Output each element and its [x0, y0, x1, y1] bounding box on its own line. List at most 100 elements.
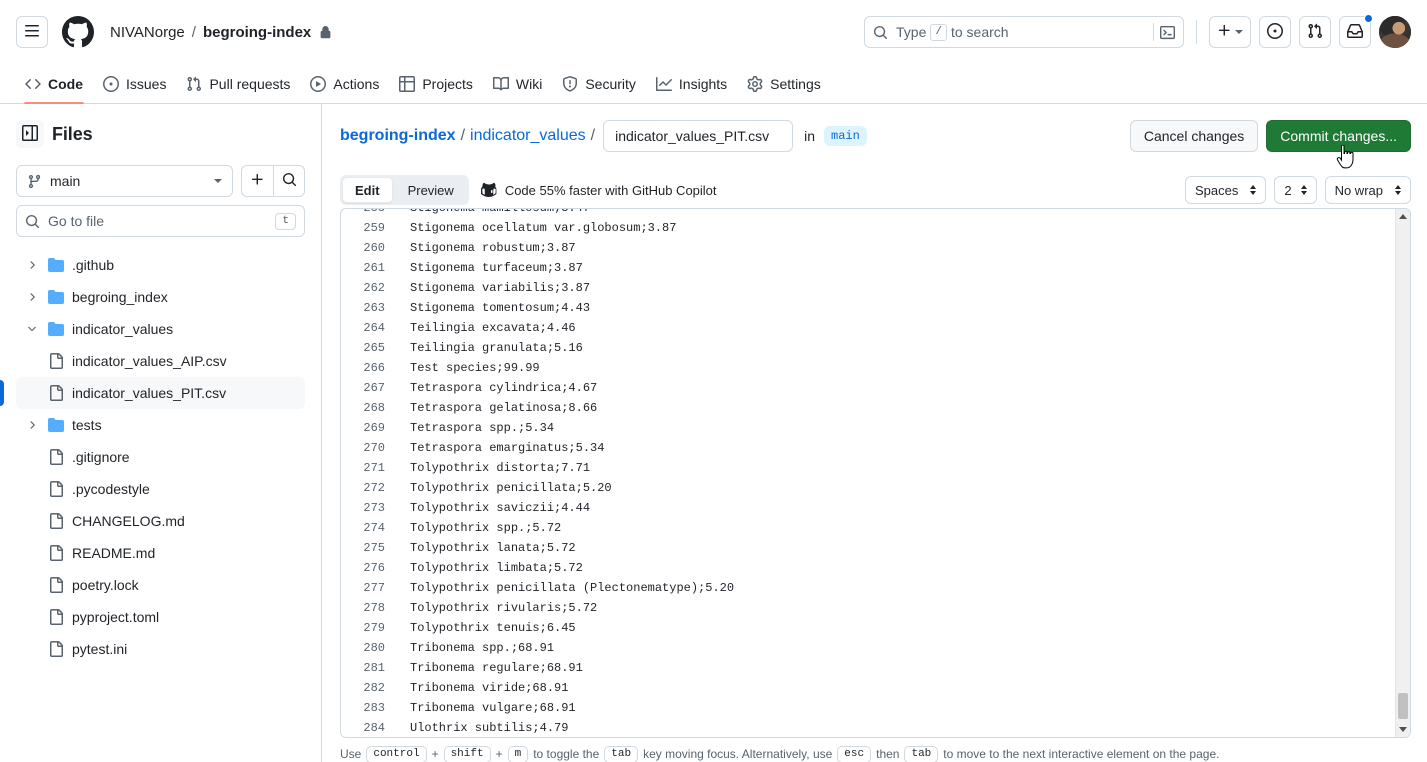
avatar[interactable] — [1379, 16, 1411, 48]
line-content[interactable]: Stigonema variabilis;3.87 — [397, 278, 590, 298]
create-new-button[interactable] — [1209, 16, 1251, 48]
tree-item-indicator-values-pit-csv[interactable]: indicator_values_PIT.csv — [0, 377, 305, 409]
code-editor[interactable]: 258Stigonema mamillosum;3.47 259 Stigonema… — [340, 208, 1411, 738]
tree-item-changelog-md[interactable]: CHANGELOG.md — [16, 505, 305, 537]
line-content[interactable]: Stigonema turfaceum;3.87 — [397, 258, 583, 278]
terminal-icon[interactable] — [1160, 25, 1175, 40]
indent-size-select[interactable]: 2 — [1274, 176, 1317, 204]
line-content[interactable]: Stigonema ocellatum var.globosum;3.87 — [397, 218, 676, 238]
github-logo[interactable] — [62, 16, 94, 48]
copilot-promo[interactable]: Code 55% faster with GitHub Copilot — [480, 182, 717, 198]
line-content[interactable]: Tolypothrix limbata;5.72 — [397, 558, 583, 578]
cancel-changes-button[interactable]: Cancel changes — [1129, 120, 1259, 152]
search-icon — [873, 25, 888, 40]
nav-tab-security[interactable]: Security — [553, 64, 645, 103]
code-scroll-region[interactable]: 258Stigonema mamillosum;3.47 259 Stigonema… — [341, 209, 1395, 737]
line-content[interactable]: Tolypothrix saviczii;4.44 — [397, 498, 590, 518]
search-files-button[interactable] — [273, 165, 305, 197]
tree-item-pytest-ini[interactable]: pytest.ini — [16, 633, 305, 665]
issues-button[interactable] — [1259, 16, 1291, 48]
nav-tab-settings[interactable]: Settings — [738, 64, 830, 103]
line-content[interactable]: Tolypothrix tenuis;6.45 — [397, 618, 576, 638]
tree-item-poetry-lock[interactable]: poetry.lock — [16, 569, 305, 601]
filename-input[interactable] — [603, 120, 794, 152]
tree-item-github-folder[interactable]: .github — [16, 249, 305, 281]
line-content[interactable]: Tetraspora gelatinosa;8.66 — [397, 398, 597, 418]
branch-selector[interactable]: main — [16, 165, 233, 197]
tree-item-indicator-values-aip-csv[interactable]: indicator_values_AIP.csv — [16, 345, 305, 377]
line-content[interactable]: Tribonema regulare;68.91 — [397, 658, 583, 678]
tree-item-tests-folder[interactable]: tests — [16, 409, 305, 441]
sidebar-collapse-button[interactable] — [16, 120, 44, 148]
line-content[interactable]: Stigonema mamillosum;3.47 — [397, 209, 590, 218]
line-content[interactable]: Tolypothrix distorta;7.71 — [397, 458, 590, 478]
go-to-file-input[interactable]: Go to file t — [16, 205, 305, 237]
line-content[interactable]: Tolypothrix lanata;5.72 — [397, 538, 576, 558]
code-line: 278 Tolypothrix rivularis;5.72 — [341, 598, 1395, 618]
line-number: 264 — [363, 321, 385, 335]
line-content[interactable]: Stigonema robustum;3.87 — [397, 238, 576, 258]
line-content[interactable]: Tetraspora emarginatus;5.34 — [397, 438, 604, 458]
line-content[interactable]: Tetraspora cylindrica;4.67 — [397, 378, 597, 398]
copilot-promo-label: Code 55% faster with GitHub Copilot — [504, 182, 717, 198]
nav-tab-wiki[interactable]: Wiki — [484, 64, 551, 103]
line-content[interactable]: Tolypothrix rivularis;5.72 — [397, 598, 597, 618]
hamburger-menu-button[interactable] — [16, 16, 48, 48]
tree-item-pyproject-toml[interactable]: pyproject.toml — [16, 601, 305, 633]
tree-item-readme-md[interactable]: README.md — [16, 537, 305, 569]
code-line: 280 Tribonema spp.;68.91 — [341, 638, 1395, 658]
tree-item-indicator-values-folder[interactable]: indicator_values — [16, 313, 305, 345]
commit-changes-button[interactable]: Commit changes... — [1266, 120, 1411, 152]
chevron-right-icon — [24, 291, 40, 303]
search-placeholder-suffix: to search — [950, 24, 1009, 40]
edit-preview-tabs: Edit Preview — [340, 175, 469, 205]
nav-tab-insights[interactable]: Insights — [647, 64, 736, 103]
hint-plus-1: + — [431, 747, 439, 761]
file-icon — [48, 545, 64, 561]
breadcrumb-directory-link[interactable]: indicator_values — [470, 127, 586, 145]
breadcrumb-owner[interactable]: NIVANorge — [110, 24, 185, 41]
add-file-button[interactable] — [241, 165, 273, 197]
breadcrumb-repo-link[interactable]: begroing-index — [340, 127, 456, 145]
wrap-mode-select[interactable]: No wrap — [1324, 176, 1411, 204]
notifications-button[interactable] — [1339, 14, 1373, 48]
folder-icon — [48, 417, 64, 433]
scrollbar-thumb[interactable] — [1398, 693, 1408, 719]
tree-item-label: .github — [72, 257, 115, 273]
line-content[interactable]: Ulothrix subtilis;4.79 — [397, 718, 568, 737]
line-content[interactable]: Tribonema spp.;68.91 — [397, 638, 554, 658]
line-content[interactable]: Tolypothrix penicillata;5.20 — [397, 478, 612, 498]
scroll-down-arrow-icon[interactable] — [1396, 722, 1410, 737]
scroll-up-arrow-icon[interactable] — [1396, 209, 1410, 224]
line-content[interactable]: Tetraspora spp.;5.34 — [397, 418, 554, 438]
line-content[interactable]: Teilingia excavata;4.46 — [397, 318, 576, 338]
indent-mode-select[interactable]: Spaces — [1184, 176, 1267, 204]
file-icon — [48, 513, 64, 529]
code-line: 262 Stigonema variabilis;3.87 — [341, 278, 1395, 298]
pull-requests-button[interactable] — [1299, 16, 1331, 48]
nav-tab-code[interactable]: Code — [16, 64, 92, 104]
tab-preview[interactable]: Preview — [395, 177, 467, 203]
line-content[interactable]: Teilingia granulata;5.16 — [397, 338, 583, 358]
nav-tab-pull-requests[interactable]: Pull requests — [177, 64, 299, 103]
editor-vertical-scrollbar[interactable] — [1395, 209, 1410, 737]
search-input[interactable]: Type / to search — [864, 16, 1184, 48]
line-number: 263 — [363, 301, 385, 315]
line-content[interactable]: Stigonema tomentosum;4.43 — [397, 298, 590, 318]
repo-breadcrumb: NIVANorge / begroing-index — [110, 24, 332, 41]
line-content[interactable]: Tolypothrix penicillata (Plectonematype)… — [397, 578, 734, 598]
line-content[interactable]: Tribonema vulgare;68.91 — [397, 698, 576, 718]
tree-item-begroing-index-folder[interactable]: begroing_index — [16, 281, 305, 313]
line-content[interactable]: Tribonema viride;68.91 — [397, 678, 568, 698]
line-content[interactable]: Test species;99.99 — [397, 358, 540, 378]
tab-edit[interactable]: Edit — [342, 177, 393, 203]
nav-tab-actions[interactable]: Actions — [301, 64, 388, 103]
nav-tab-issues[interactable]: Issues — [94, 64, 175, 103]
nav-tab-projects[interactable]: Projects — [390, 64, 482, 103]
breadcrumb-separator: / — [191, 23, 196, 41]
line-content[interactable]: Tolypothrix spp.;5.72 — [397, 518, 561, 538]
breadcrumb-repo[interactable]: begroing-index — [203, 24, 311, 41]
tree-item-pycodestyle[interactable]: .pycodestyle — [16, 473, 305, 505]
tree-item-gitignore[interactable]: .gitignore — [16, 441, 305, 473]
line-number: 259 — [363, 221, 385, 235]
